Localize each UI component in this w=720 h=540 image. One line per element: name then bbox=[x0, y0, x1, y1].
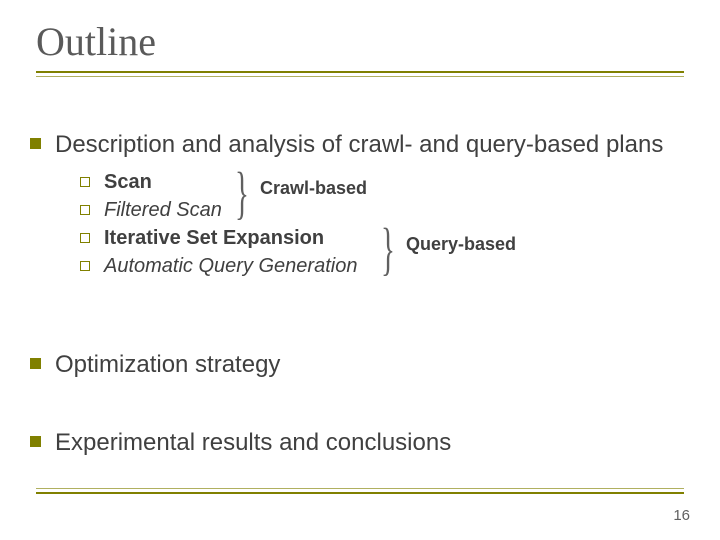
spacer bbox=[30, 310, 690, 350]
bullet-optimization: Optimization strategy bbox=[30, 350, 690, 380]
slide-title: Outline bbox=[36, 18, 684, 65]
sub-list: Scan Filtered Scan Iterative Set Expansi… bbox=[80, 168, 690, 280]
brace-icon: } bbox=[381, 220, 395, 278]
sub-bullet-icon bbox=[80, 233, 90, 243]
brace-icon: } bbox=[235, 164, 249, 222]
sub-item-label: Automatic Query Generation bbox=[104, 255, 357, 278]
bullet-text: Optimization strategy bbox=[55, 350, 280, 380]
bullet-square-icon bbox=[30, 436, 41, 447]
bullet-square-icon bbox=[30, 138, 41, 149]
sub-bullet-icon bbox=[80, 261, 90, 271]
sub-item-label: Scan bbox=[104, 171, 152, 194]
bottom-rule-thin bbox=[36, 488, 684, 489]
bullet-experimental: Experimental results and conclusions bbox=[30, 428, 690, 458]
title-rule-thin bbox=[36, 76, 684, 77]
title-rule-thick bbox=[36, 71, 684, 73]
bottom-rule-thick bbox=[36, 492, 684, 494]
group-label-crawl: Crawl-based bbox=[260, 178, 367, 199]
bullet-square-icon bbox=[30, 358, 41, 369]
bullet-text: Description and analysis of crawl- and q… bbox=[55, 130, 663, 160]
title-block: Outline bbox=[36, 18, 684, 77]
sub-bullet-icon bbox=[80, 205, 90, 215]
sub-item-label: Filtered Scan bbox=[104, 199, 222, 222]
sub-item-label: Iterative Set Expansion bbox=[104, 227, 324, 250]
bottom-rules bbox=[36, 488, 684, 494]
bullet-description: Description and analysis of crawl- and q… bbox=[30, 130, 690, 160]
sub-bullet-icon bbox=[80, 177, 90, 187]
sub-item-scan: Scan bbox=[80, 168, 690, 196]
slide: Outline Description and analysis of craw… bbox=[0, 0, 720, 540]
group-label-query: Query-based bbox=[406, 234, 516, 255]
page-number: 16 bbox=[673, 507, 690, 524]
content-area: Description and analysis of crawl- and q… bbox=[30, 130, 690, 466]
spacer bbox=[30, 388, 690, 428]
bullet-text: Experimental results and conclusions bbox=[55, 428, 451, 458]
